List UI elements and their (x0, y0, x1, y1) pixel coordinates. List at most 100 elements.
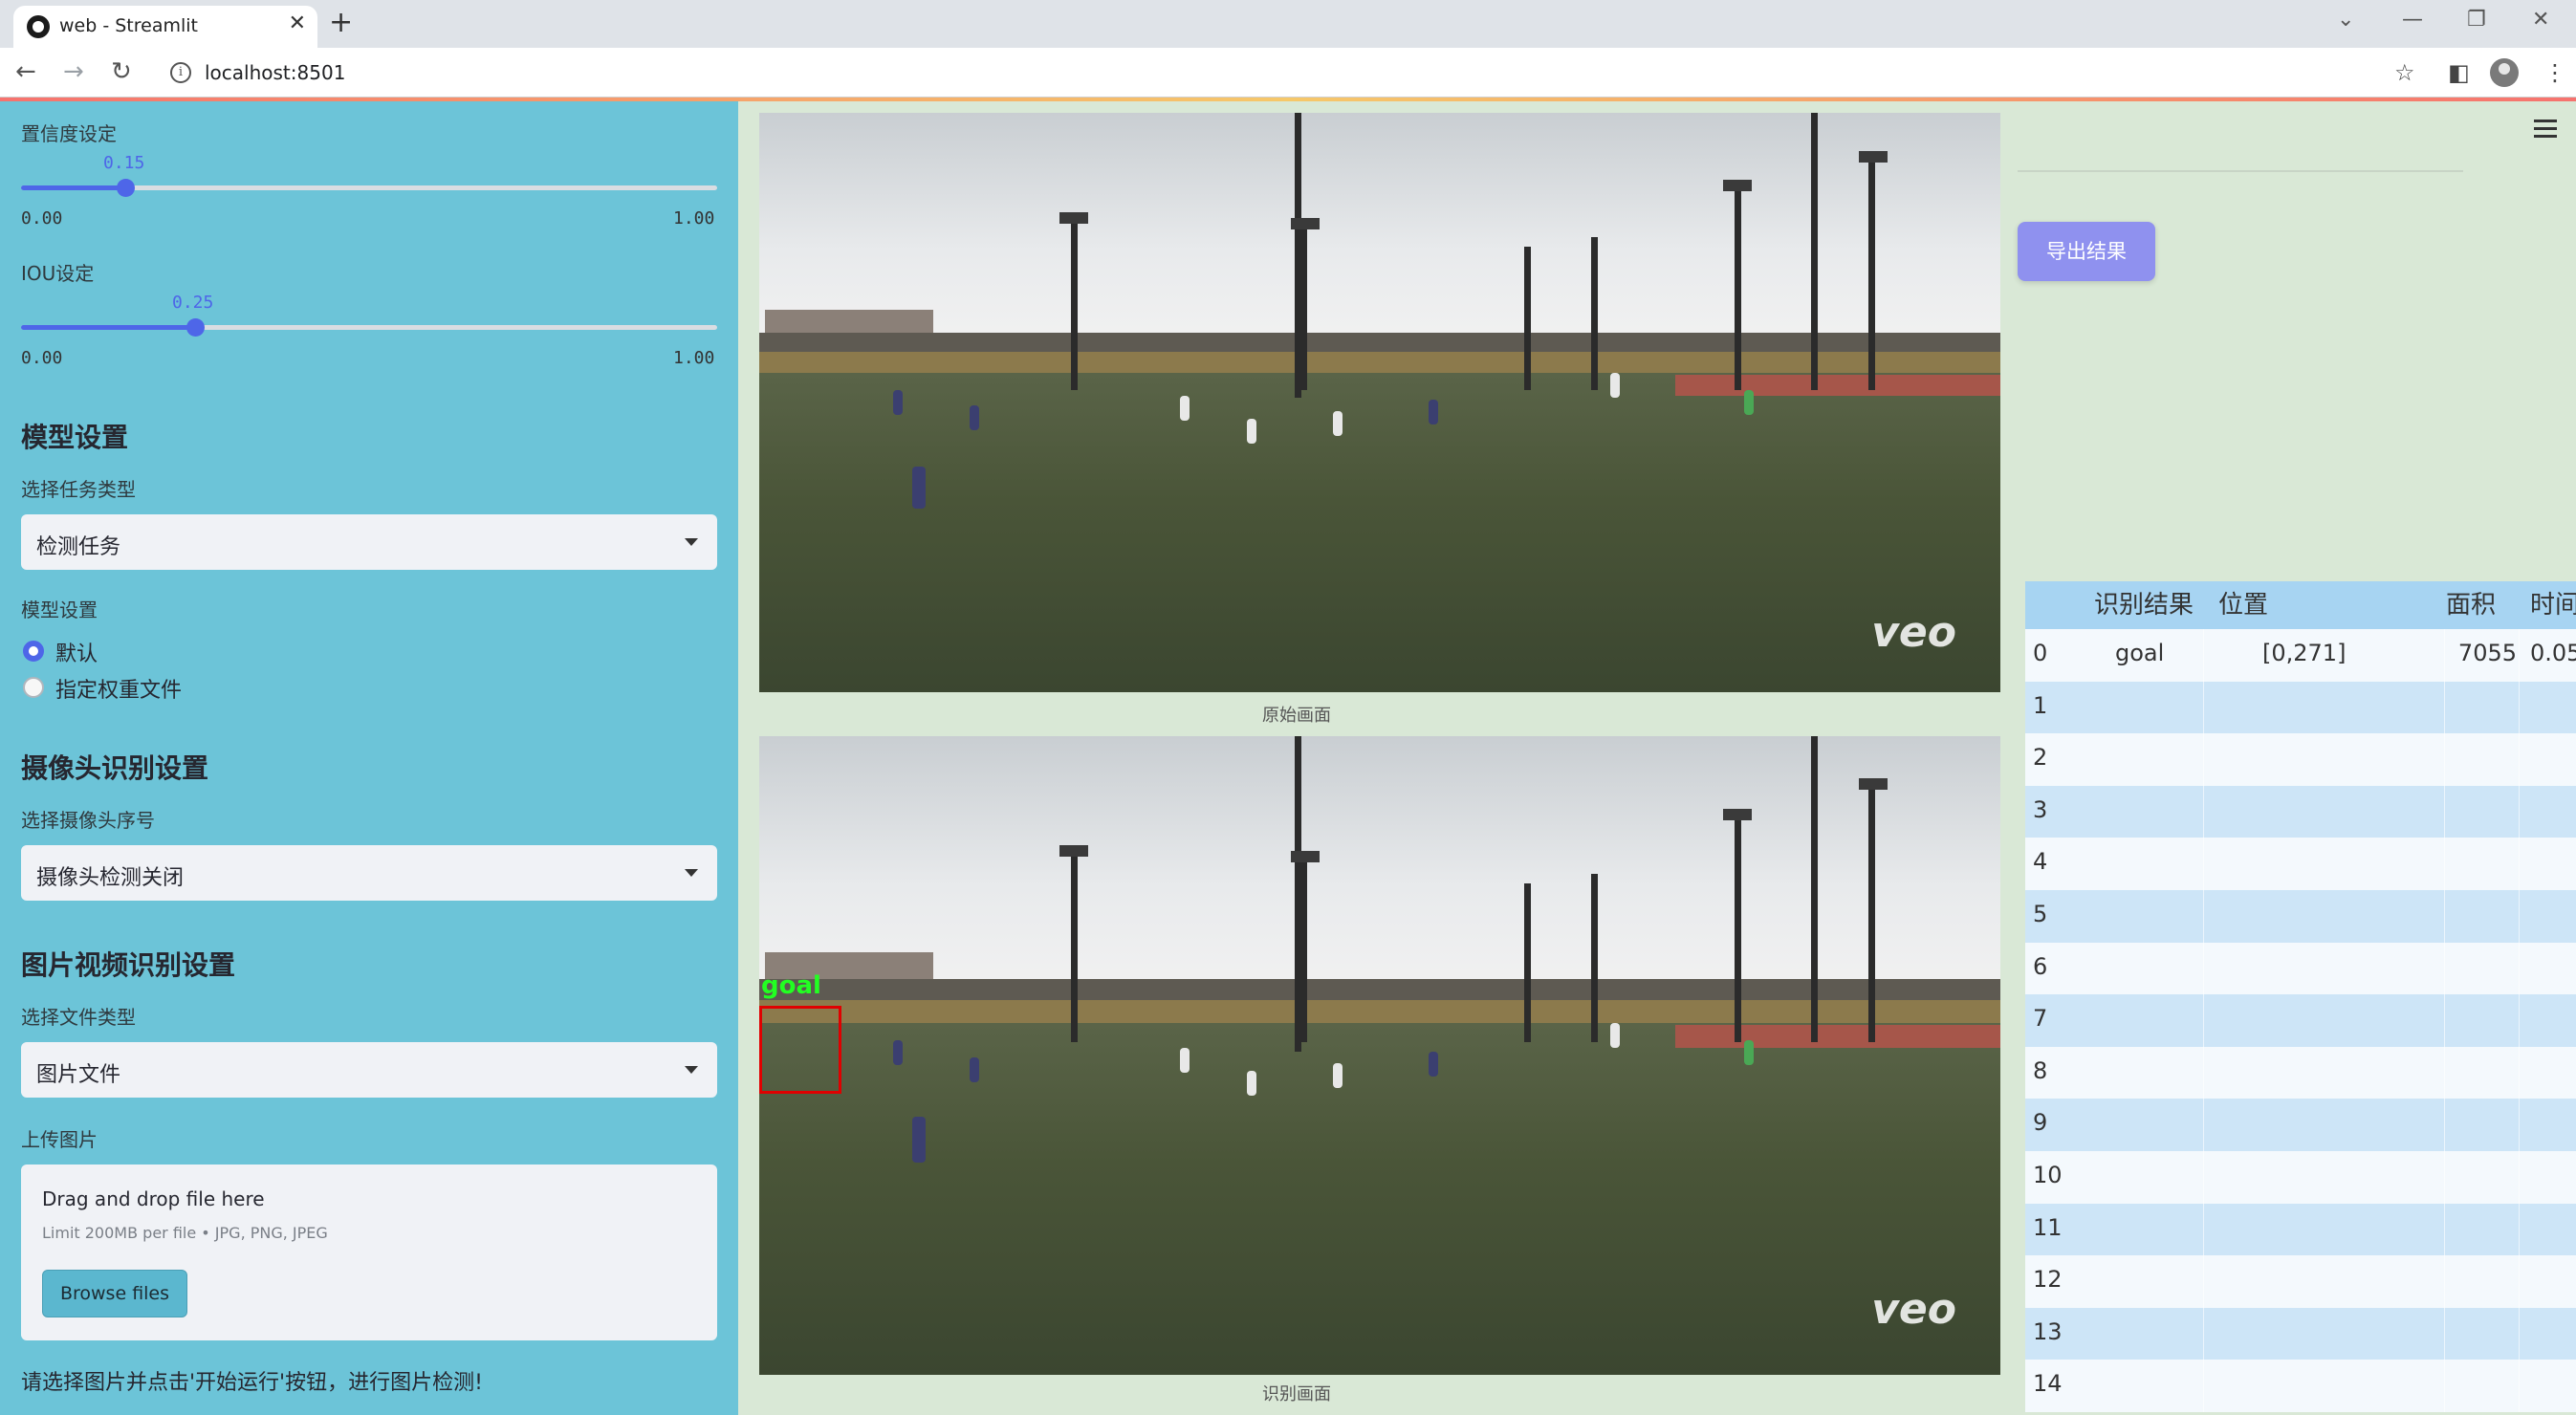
cell-time (2522, 1360, 2576, 1412)
confidence-slider-thumb[interactable] (117, 179, 136, 197)
column-separator (2444, 1360, 2445, 1412)
task-type-label: 选择任务类型 (21, 478, 136, 501)
radio-default[interactable] (23, 641, 44, 662)
cell-result: goal (2115, 640, 2165, 666)
side-panel-icon[interactable]: ◧ (2448, 59, 2470, 86)
browser-tab-bar: web - Streamlit ✕ + ⌄ — ❐ ✕ (0, 0, 2576, 48)
cell-area (2446, 682, 2517, 734)
cell-area: 7055 (2457, 640, 2517, 666)
table-row[interactable]: 7 (2025, 994, 2576, 1047)
cell-result (2075, 890, 2207, 943)
iou-slider[interactable] (21, 318, 717, 337)
file-type-select[interactable]: 图片文件 (21, 1042, 717, 1098)
cell-position (2207, 1204, 2417, 1256)
cell-time (2522, 943, 2576, 995)
restore-icon[interactable]: ❐ (2467, 8, 2486, 32)
new-tab-icon[interactable]: + (329, 6, 353, 40)
column-separator (2519, 1360, 2520, 1412)
row-index: 10 (2033, 1161, 2063, 1188)
table-row[interactable]: 10 (2025, 1150, 2576, 1204)
radio-custom-weights[interactable] (23, 677, 44, 698)
radio-custom-weights-label[interactable]: 指定权重文件 (55, 673, 182, 704)
table-row[interactable]: 9 (2025, 1099, 2576, 1151)
url-field[interactable]: i localhost:8501 (155, 54, 2392, 91)
row-index: 13 (2033, 1317, 2063, 1345)
camera-index-select[interactable]: 摄像头检测关闭 (21, 845, 717, 901)
reload-icon[interactable]: ↻ (111, 57, 132, 86)
table-row[interactable]: 5 (2025, 889, 2576, 943)
window-close-icon[interactable]: ✕ (2532, 8, 2549, 32)
close-tab-icon[interactable]: ✕ (289, 11, 306, 35)
cell-position (2207, 1151, 2417, 1204)
browser-menu-icon[interactable]: ⋮ (2543, 59, 2566, 86)
media-settings-heading: 图片视频识别设置 (21, 949, 236, 981)
column-header-position[interactable]: 位置 (2207, 581, 2417, 629)
file-dropzone[interactable]: Drag and drop file here Limit 200MB per … (21, 1165, 717, 1340)
table-row[interactable]: 6 (2025, 942, 2576, 995)
cell-area (2446, 943, 2517, 995)
table-row[interactable]: 2 (2025, 733, 2576, 786)
column-header-area[interactable]: 面积 (2446, 581, 2517, 629)
column-separator (2203, 785, 2204, 838)
browser-tab[interactable]: web - Streamlit ✕ (13, 6, 317, 48)
cell-result (2075, 1308, 2207, 1361)
cell-time (2522, 786, 2576, 838)
column-separator (2519, 681, 2520, 734)
minimize-icon[interactable]: — (2402, 8, 2423, 32)
sidebar: 置信度设定 0.15 0.00 1.00 IOU设定 0.25 0.00 1.0… (0, 101, 738, 1415)
row-index: 2 (2033, 744, 2048, 772)
table-row[interactable]: 4 (2025, 838, 2576, 890)
cell-time (2522, 994, 2576, 1047)
table-row[interactable]: 14 (2025, 1360, 2576, 1412)
row-index: 3 (2033, 795, 2048, 823)
file-type-label: 选择文件类型 (21, 1006, 136, 1029)
dropzone-title: Drag and drop file here (42, 1187, 265, 1210)
back-icon[interactable]: ← (15, 57, 36, 86)
column-separator (2444, 1255, 2445, 1308)
browse-files-button[interactable]: Browse files (42, 1270, 187, 1317)
table-row[interactable]: 8 (2025, 1046, 2576, 1099)
table-row[interactable]: 12 (2025, 1255, 2576, 1308)
column-separator (2444, 681, 2445, 734)
original-caption: 原始画面 (1262, 706, 1331, 726)
column-header-result[interactable]: 识别结果 (2075, 581, 2207, 629)
column-separator (2519, 889, 2520, 943)
url-text[interactable]: localhost:8501 (205, 61, 345, 84)
tab-search-chevron-icon[interactable]: ⌄ (2337, 8, 2354, 32)
table-row[interactable]: 0 goal [0,271] 7055 0.05 (2025, 629, 2576, 682)
profile-avatar-icon[interactable] (2490, 58, 2519, 87)
streamlit-favicon-icon (27, 15, 50, 38)
result-caption: 识别画面 (1262, 1384, 1331, 1404)
cell-area (2446, 1360, 2517, 1412)
export-results-button[interactable]: 导出结果 (2018, 222, 2155, 281)
cell-result (2075, 1151, 2207, 1204)
bookmark-star-icon[interactable]: ☆ (2394, 59, 2415, 86)
site-info-icon[interactable]: i (170, 62, 191, 83)
column-separator (2444, 838, 2445, 890)
table-row[interactable]: 3 (2025, 785, 2576, 838)
table-row[interactable]: 13 (2025, 1307, 2576, 1361)
upload-label: 上传图片 (21, 1128, 98, 1151)
cell-position (2207, 1255, 2417, 1308)
row-index: 12 (2033, 1266, 2063, 1294)
watermark-logo: veo (1871, 1285, 1956, 1334)
cell-area (2446, 1308, 2517, 1361)
column-separator (2203, 889, 2204, 943)
chevron-down-icon (685, 538, 698, 546)
column-separator (2203, 838, 2204, 890)
task-type-select[interactable]: 检测任务 (21, 514, 717, 570)
detection-box (759, 1006, 841, 1094)
confidence-slider[interactable] (21, 179, 717, 197)
table-row[interactable]: 11 (2025, 1203, 2576, 1256)
camera-settings-heading: 摄像头识别设置 (21, 752, 209, 784)
iou-slider-thumb[interactable] (186, 318, 205, 337)
iou-max: 1.00 (673, 348, 715, 368)
column-separator (2444, 1307, 2445, 1361)
table-row[interactable]: 1 (2025, 681, 2576, 734)
hamburger-menu-icon[interactable] (2534, 120, 2557, 142)
address-bar: ← → ↻ i localhost:8501 ☆ ◧ ⋮ (0, 48, 2576, 98)
column-header-time[interactable]: 时间 (2522, 581, 2576, 629)
confidence-value: 0.15 (103, 153, 145, 173)
forward-icon[interactable]: → (63, 57, 84, 86)
radio-default-label[interactable]: 默认 (55, 637, 98, 667)
